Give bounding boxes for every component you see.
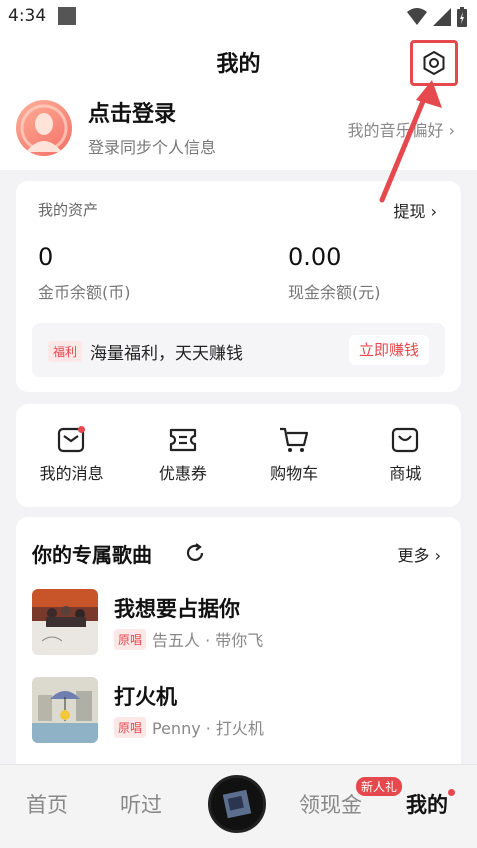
song-title: 打火机 — [114, 685, 177, 709]
more-songs-link[interactable]: 更多 › — [398, 542, 442, 566]
new-user-badge: 新人礼 — [356, 777, 403, 796]
refresh-icon[interactable] — [184, 542, 206, 564]
cash-balance-label: 现金余额(元) — [288, 283, 381, 302]
action-label: 购物车 — [270, 464, 319, 483]
action-label: 优惠券 — [158, 464, 207, 483]
coin-balance-value: 0 — [38, 243, 54, 271]
music-preference-link[interactable]: 我的音乐偏好 › — [348, 117, 456, 141]
shop-icon — [392, 427, 419, 453]
status-icons — [407, 7, 467, 27]
cart-button[interactable]: 购物车 — [239, 404, 350, 507]
bottom-navigation: 首页 听过 领现金 新人礼 我的 — [0, 764, 477, 848]
avatar[interactable] — [16, 100, 72, 156]
settings-button[interactable] — [410, 40, 458, 86]
promo-banner[interactable]: 福利 海量福利，天天赚钱 立即赚钱 — [32, 323, 445, 377]
page-title: 我的 — [216, 52, 261, 77]
assets-title: 我的资产 — [38, 201, 99, 219]
unread-dot — [78, 426, 85, 433]
recommended-songs-card: 你的专属歌曲 更多 › 我想要占据你 原唱 告五人 · 带你飞 打火机 原唱 P… — [16, 517, 461, 777]
action-label: 商城 — [389, 464, 422, 483]
earn-money-button[interactable]: 立即赚钱 — [348, 335, 429, 365]
coin-balance-label: 金币余额(币) — [38, 283, 131, 302]
quick-actions-card: 我的消息 优惠券 购物车 商城 — [16, 404, 461, 507]
song-artist-album: 告五人 · 带你飞 — [152, 631, 264, 650]
wifi-icon — [407, 8, 427, 25]
assets-card: 我的资产 提现 › 0 金币余额(币) 0.00 现金余额(元) 福利 海量福利… — [16, 181, 461, 392]
status-time: 4:34 — [8, 6, 47, 26]
status-bar: 4:34 — [0, 0, 477, 34]
messages-button[interactable]: 我的消息 — [16, 404, 127, 507]
login-title[interactable]: 点击登录 — [88, 96, 176, 128]
notification-icon — [58, 7, 76, 25]
nav-mine[interactable]: 我的 — [406, 789, 448, 819]
song-title: 我想要占据你 — [114, 597, 240, 621]
withdraw-link[interactable]: 提现 › — [394, 198, 438, 222]
coupon-button[interactable]: 优惠券 — [127, 404, 238, 507]
song-item[interactable]: 打火机 原唱 Penny · 打火机 — [32, 677, 452, 743]
settings-icon — [423, 50, 445, 76]
promo-text: 海量福利，天天赚钱 — [90, 344, 243, 364]
original-tag: 原唱 — [114, 717, 147, 738]
cart-icon — [280, 427, 309, 452]
album-thumbnail-icon — [222, 789, 252, 819]
user-silhouette-icon — [20, 104, 68, 152]
coupon-icon — [169, 428, 196, 452]
action-label: 我的消息 — [39, 464, 104, 483]
song-item[interactable]: 我想要占据你 原唱 告五人 · 带你飞 — [32, 589, 452, 655]
signal-icon — [433, 8, 451, 26]
songs-section-title: 你的专属歌曲 — [32, 543, 152, 567]
promo-tag: 福利 — [48, 341, 83, 362]
cash-balance-value: 0.00 — [288, 243, 342, 271]
login-subtitle: 登录同步个人信息 — [88, 138, 217, 157]
song-artist-album: Penny · 打火机 — [152, 719, 264, 738]
album-cover — [32, 589, 98, 655]
original-tag: 原唱 — [114, 629, 147, 650]
nav-history[interactable]: 听过 — [120, 789, 162, 819]
mine-notification-dot — [448, 789, 455, 796]
nav-home[interactable]: 首页 — [26, 789, 68, 819]
page-header: 我的 — [0, 34, 477, 90]
battery-icon — [457, 7, 467, 27]
shop-button[interactable]: 商城 — [350, 404, 461, 507]
now-playing-disc[interactable] — [208, 775, 266, 833]
nav-earn-cash[interactable]: 领现金 — [299, 789, 362, 819]
album-cover — [32, 677, 98, 743]
